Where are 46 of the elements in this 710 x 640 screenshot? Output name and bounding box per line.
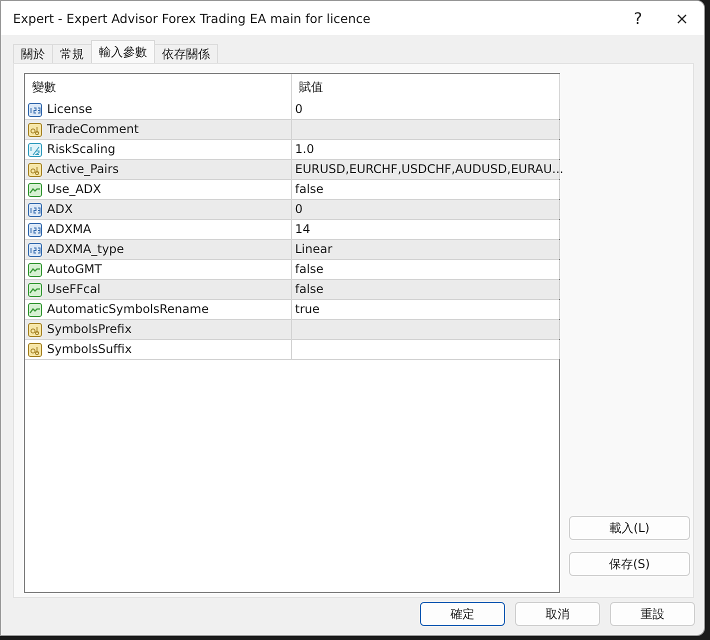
parameter-value[interactable]: Linear	[295, 242, 332, 256]
parameter-value[interactable]: false	[295, 282, 324, 296]
parameter-name: Use_ADX	[47, 182, 102, 197]
dialog-button[interactable]: 取消	[515, 602, 600, 626]
tab[interactable]: 輸入參數	[91, 40, 155, 63]
int-icon	[27, 242, 43, 258]
parameter-value[interactable]: true	[295, 302, 320, 316]
column-header[interactable]: 變數	[25, 74, 292, 101]
parameter-value[interactable]: EURUSD,EURCHF,USDCHF,AUDUSD,EURAU...	[295, 162, 564, 176]
int-icon	[27, 102, 43, 118]
dialog-button[interactable]: 確定	[420, 602, 505, 626]
parameter-name: ADX	[47, 202, 73, 217]
text-icon	[27, 342, 43, 358]
file-button[interactable]: 載入(L)	[569, 516, 690, 540]
parameter-value[interactable]: false	[295, 182, 324, 196]
dialog-button[interactable]: 重設	[610, 602, 695, 626]
parameter-value[interactable]: 14	[295, 222, 310, 236]
parameter-value[interactable]: 1.0	[295, 142, 314, 156]
int-icon	[27, 222, 43, 238]
parameter-name: TradeComment	[47, 122, 139, 137]
column-header[interactable]: 賦值	[292, 74, 560, 101]
tab[interactable]: 依存關係	[154, 44, 218, 63]
parameter-value[interactable]: 0	[295, 202, 303, 216]
text-icon	[27, 162, 43, 178]
text-icon	[27, 122, 43, 138]
parameter-name: AutoGMT	[47, 262, 102, 277]
parameter-value[interactable]: false	[295, 262, 324, 276]
parameter-name: UseFFcal	[47, 282, 101, 297]
parameter-name: AutomaticSymbolsRename	[47, 302, 209, 317]
parameter-name: RiskScaling	[47, 142, 116, 157]
window-title: Expert - Expert Advisor Forex Trading EA main for licence	[13, 10, 372, 26]
parameter-name: SymbolsPrefix	[47, 322, 132, 337]
file-button[interactable]: 保存(S)	[569, 552, 690, 576]
int-icon	[27, 202, 43, 218]
tab[interactable]: 常規	[52, 44, 92, 63]
parameter-name: SymbolsSuffix	[47, 342, 132, 357]
parameter-name: License	[47, 102, 92, 117]
fraction-icon	[27, 142, 43, 158]
close-button[interactable]: ×	[660, 8, 704, 28]
parameter-value[interactable]: 0	[295, 102, 303, 116]
help-button[interactable]: ?	[616, 8, 660, 28]
text-icon	[27, 322, 43, 338]
tab[interactable]: 關於	[13, 44, 53, 63]
parameter-name: Active_Pairs	[47, 162, 119, 177]
parameter-name: ADXMA	[47, 222, 92, 237]
parameter-name: ADXMA_type	[47, 242, 124, 257]
